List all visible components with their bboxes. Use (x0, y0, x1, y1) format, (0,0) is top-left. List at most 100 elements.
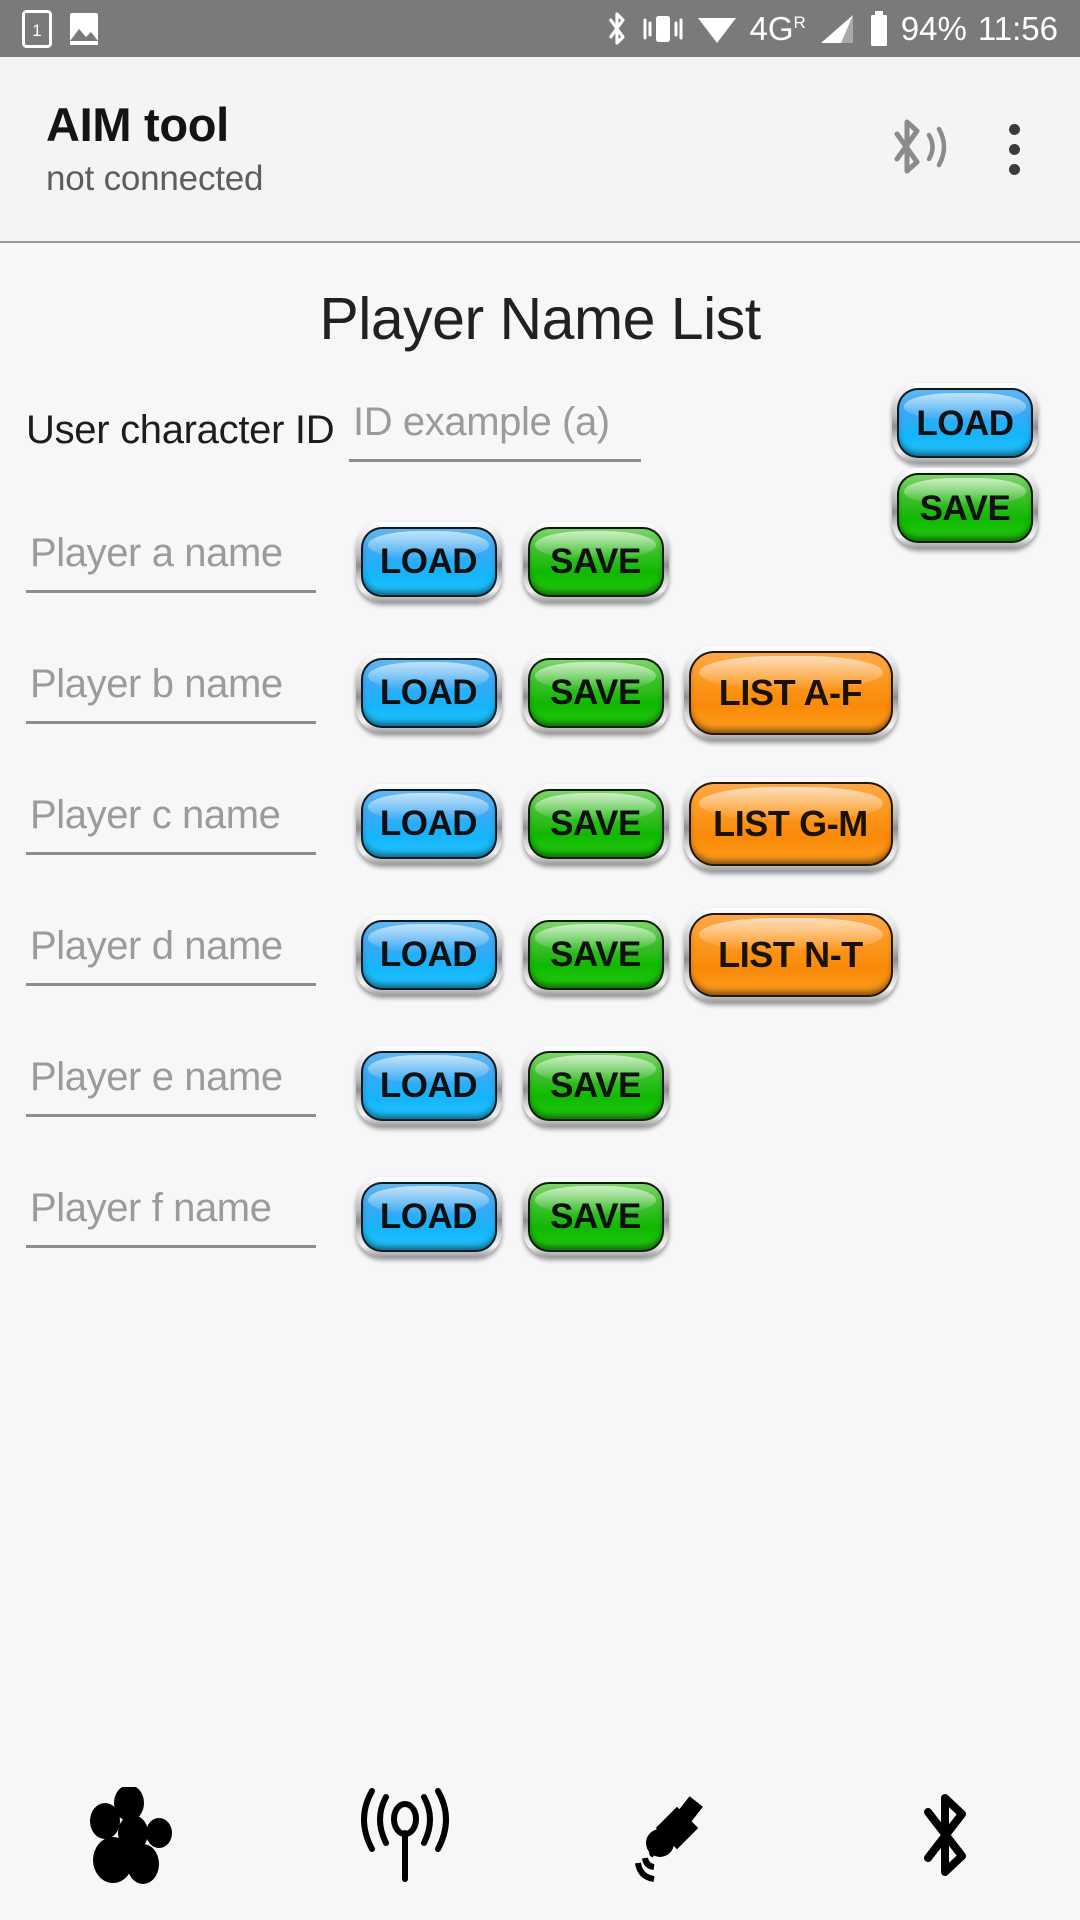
button-face: SAVE (527, 788, 664, 859)
save-button-c-cell: SAVE (512, 783, 679, 864)
vibrate-icon (643, 15, 683, 42)
button-face: LIST G-M (688, 781, 893, 866)
player-name-input-cell (0, 923, 345, 986)
load-button-a-label: LOAD (379, 542, 478, 581)
status-bar-right-icons: 4GR 94% 11:56 (604, 9, 1058, 49)
load-button-d-label: LOAD (379, 935, 478, 974)
page-title: Player Name List (319, 286, 761, 352)
button-face: LIST N-T (688, 912, 893, 997)
load-button-c[interactable]: LOAD (355, 783, 502, 864)
player-row: LOAD SAVE LIST N-T (0, 889, 1080, 1020)
save-button-e-cell: SAVE (512, 1045, 679, 1126)
app-title: AIM tool (46, 97, 229, 151)
button-face: LOAD (360, 1050, 497, 1121)
load-button-b[interactable]: LOAD (355, 652, 502, 733)
list-button-c-label: LIST G-M (713, 802, 868, 844)
player-rows: LOAD SAVE LOAD SAVE LIST A-F LOAD SAVE LIST G-M… (0, 496, 1080, 1282)
bluetooth-icon (609, 11, 626, 45)
button-face: LOAD (360, 788, 497, 859)
gallery-image-icon (70, 12, 98, 45)
bluetooth-audio-icon[interactable] (887, 114, 953, 184)
load-button-e[interactable]: LOAD (355, 1045, 502, 1126)
player-name-input-f[interactable] (26, 1185, 316, 1248)
group-people-icon (90, 1787, 172, 1884)
id-load-button-label: LOAD (916, 403, 1014, 443)
id-save-button-label: SAVE (919, 488, 1011, 528)
player-row: LOAD SAVE LIST A-F (0, 627, 1080, 758)
save-button-d-cell: SAVE (512, 914, 679, 995)
load-button-a[interactable]: LOAD (355, 521, 502, 602)
player-name-input-b[interactable] (26, 661, 316, 724)
save-button-a-cell: SAVE (512, 521, 679, 602)
list-button-b[interactable]: LIST A-F (683, 645, 898, 740)
button-face: LOAD (360, 526, 497, 597)
save-button-e-label: SAVE (550, 1066, 641, 1105)
player-row: LOAD SAVE (0, 1151, 1080, 1282)
player-name-input-c[interactable] (26, 792, 316, 855)
button-face: SAVE (527, 919, 664, 990)
button-face: LOAD (360, 1181, 497, 1252)
save-button-e[interactable]: SAVE (522, 1045, 669, 1126)
button-face: SAVE (527, 1050, 664, 1121)
save-button-a[interactable]: SAVE (522, 521, 669, 602)
id-load-button[interactable]: LOAD (892, 383, 1038, 463)
list-button-c[interactable]: LIST G-M (683, 776, 898, 871)
player-name-input-e[interactable] (26, 1054, 316, 1117)
load-button-c-cell: LOAD (345, 783, 512, 864)
load-button-f[interactable]: LOAD (355, 1176, 502, 1257)
list-button-c-cell: LIST G-M (679, 776, 902, 871)
load-button-e-label: LOAD (379, 1066, 478, 1105)
button-face: LOAD (897, 388, 1033, 458)
save-button-f[interactable]: SAVE (522, 1176, 669, 1257)
load-button-f-label: LOAD (379, 1197, 478, 1236)
save-button-f-label: SAVE (550, 1197, 641, 1236)
nav-item-bluetooth[interactable] (810, 1786, 1080, 1886)
list-button-d-cell: LIST N-T (679, 907, 902, 1002)
player-list-form: User character ID LOAD SAVE LOADSAVEL (0, 353, 1080, 1282)
nav-item-satellite[interactable] (540, 1787, 810, 1885)
load-button-b-label: LOAD (379, 673, 478, 712)
overflow-dot (1009, 123, 1020, 135)
overflow-dot (1009, 143, 1020, 155)
player-name-input-cell (0, 661, 345, 724)
svg-text:1: 1 (32, 21, 41, 40)
load-button-b-cell: LOAD (345, 652, 512, 733)
player-name-input-a[interactable] (26, 530, 316, 593)
save-button-d[interactable]: SAVE (522, 914, 669, 995)
app-bar-titles: AIM tool not connected (46, 97, 263, 201)
player-name-input-cell (0, 1054, 345, 1117)
load-button-d[interactable]: LOAD (355, 914, 502, 995)
bluetooth-icon (924, 1794, 966, 1876)
user-character-id-input[interactable] (349, 399, 641, 462)
nav-item-antenna[interactable] (270, 1787, 540, 1885)
player-name-input-d[interactable] (26, 923, 316, 986)
list-button-b-label: LIST A-F (718, 671, 863, 713)
network-type-label: 4GR (749, 10, 806, 47)
connection-status-label: not connected (46, 159, 264, 199)
overflow-dot (1009, 163, 1020, 175)
player-name-input-cell (0, 1185, 345, 1248)
save-button-c[interactable]: SAVE (522, 783, 669, 864)
list-button-d-label: LIST N-T (718, 933, 863, 975)
button-face: LIST A-F (688, 650, 893, 735)
antenna-broadcast-icon (361, 1788, 449, 1882)
player-row: LOAD SAVE (0, 1020, 1080, 1151)
save-button-b-cell: SAVE (512, 652, 679, 733)
save-button-f-cell: SAVE (512, 1176, 679, 1257)
signal-bars-icon (820, 14, 853, 43)
save-button-d-label: SAVE (550, 935, 641, 974)
load-button-c-label: LOAD (379, 804, 478, 843)
list-button-b-cell: LIST A-F (679, 645, 902, 740)
load-button-f-cell: LOAD (345, 1176, 512, 1257)
overflow-menu-icon[interactable] (993, 114, 1036, 185)
button-face: SAVE (527, 657, 664, 728)
nav-item-group[interactable] (0, 1787, 270, 1885)
save-button-a-label: SAVE (550, 542, 641, 581)
user-character-id-label-cell: User character ID (0, 408, 345, 453)
load-button-e-cell: LOAD (345, 1045, 512, 1126)
battery-percent-label: 94% (900, 10, 967, 47)
sim-card-1-icon: 1 (22, 9, 52, 48)
list-button-d[interactable]: LIST N-T (683, 907, 898, 1002)
save-button-b[interactable]: SAVE (522, 652, 669, 733)
player-name-input-cell (0, 792, 345, 855)
